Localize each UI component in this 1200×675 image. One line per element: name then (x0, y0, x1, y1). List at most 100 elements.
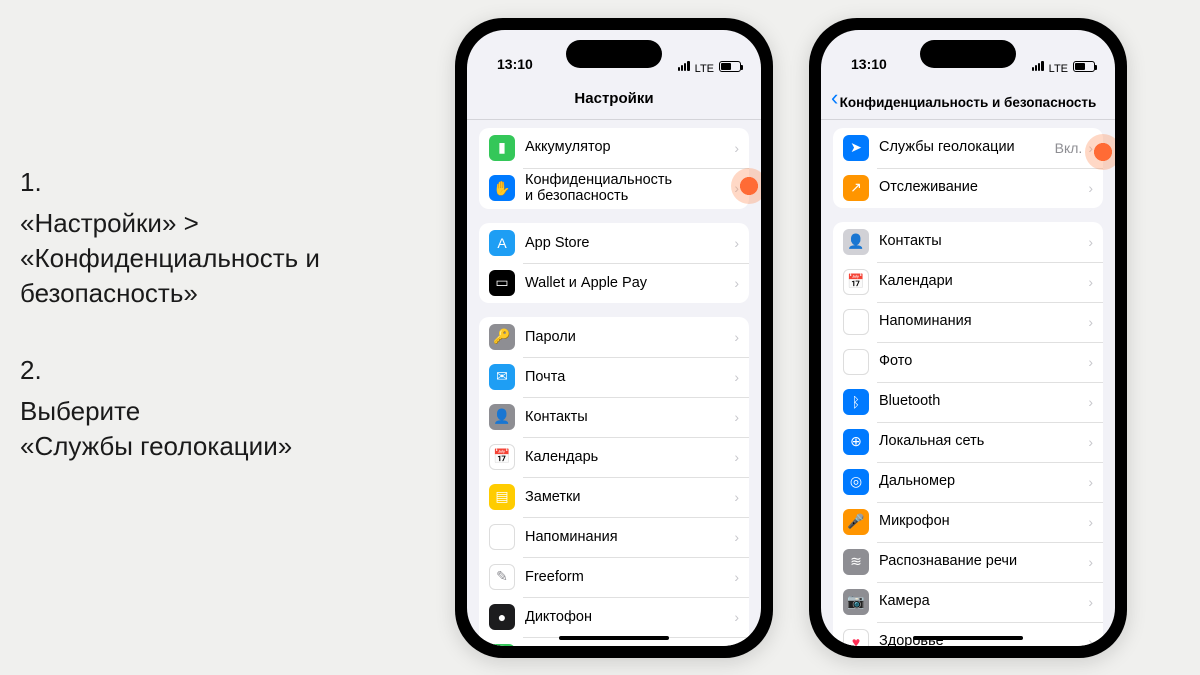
nav-bar: ‹ Конфиденциальность и безопасность (821, 78, 1115, 120)
settings-row[interactable]: ➤Службы геолокацииВкл.› (833, 128, 1103, 168)
chevron-right-icon: › (1088, 314, 1093, 330)
chevron-right-icon: › (1088, 474, 1093, 490)
nav-bar: Настройки (467, 78, 761, 120)
settings-row[interactable]: 🔑Пароли› (479, 317, 749, 357)
privacy-scroll[interactable]: ➤Службы геолокацииВкл.›↗Отслеживание› 👤Ко… (821, 120, 1115, 646)
settings-row[interactable]: 👤 Контакты› (479, 397, 749, 437)
dynamic-island (920, 40, 1016, 68)
settings-row[interactable]: ☰ Напоминания› (479, 517, 749, 557)
step-1-number: 1. (20, 167, 435, 198)
chevron-right-icon: › (734, 409, 739, 425)
row-label: Микрофон (879, 513, 1086, 530)
privacy-icon: ✋ (489, 175, 515, 201)
notes-icon: ▤ (489, 484, 515, 510)
row-label: App Store (525, 235, 732, 252)
settings-scroll[interactable]: ▮Аккумулятор›✋Конфиденциальность и безоп… (467, 120, 761, 646)
row-label: Напоминания (525, 529, 732, 546)
reminders-icon: ☰ (489, 524, 515, 550)
row-label: Напоминания (879, 313, 1086, 330)
row-label: Календари (879, 273, 1086, 290)
contacts-icon: 👤 (489, 404, 515, 430)
settings-row[interactable]: ▭Wallet и Apple Pay› (479, 263, 749, 303)
chevron-right-icon: › (734, 275, 739, 291)
row-label: Службы геолокации (879, 139, 1055, 156)
signal-icon (1032, 61, 1044, 71)
chevron-right-icon: › (734, 609, 739, 625)
health-icon: ♥ (843, 629, 869, 646)
reminders2-icon: ☰ (843, 309, 869, 335)
chevron-right-icon: › (1088, 394, 1093, 410)
chevron-right-icon: › (1088, 354, 1093, 370)
chevron-right-icon: › (1088, 514, 1093, 530)
battery-icon (1073, 61, 1095, 72)
chevron-right-icon: › (734, 235, 739, 251)
settings-group: ➤Службы геолокацииВкл.›↗Отслеживание› (833, 128, 1103, 208)
settings-row[interactable]: 📅Календари› (833, 262, 1103, 302)
row-label: Диктофон (525, 609, 732, 626)
chevron-right-icon: › (734, 369, 739, 385)
settings-row[interactable]: ◎Дальномер› (833, 462, 1103, 502)
settings-row[interactable]: 🎤 Микрофон› (833, 502, 1103, 542)
chevron-right-icon: › (1088, 554, 1093, 570)
home-indicator[interactable] (913, 636, 1023, 640)
settings-row[interactable]: ✿ Фото› (833, 342, 1103, 382)
settings-row[interactable]: ✉Почта› (479, 357, 749, 397)
nav-title: Настройки (574, 90, 653, 107)
row-label: Контакты (525, 409, 732, 426)
settings-row[interactable]: ✎Freeform› (479, 557, 749, 597)
network-label: LTE (1049, 63, 1068, 69)
chevron-right-icon: › (734, 489, 739, 505)
chevron-right-icon: › (1088, 140, 1093, 156)
contacts2-icon: 👤 (843, 229, 869, 255)
chevron-right-icon: › (734, 529, 739, 545)
row-label: Bluetooth (879, 393, 1086, 410)
chevron-right-icon: › (1088, 594, 1093, 610)
network-icon: ⊕ (843, 429, 869, 455)
settings-row[interactable]: ● Диктофон› (479, 597, 749, 637)
settings-row[interactable]: ≋Распознавание речи› (833, 542, 1103, 582)
mail-icon: ✉ (489, 364, 515, 390)
calendar2-icon: 📅 (843, 269, 869, 295)
bluetooth-icon: ᛒ (843, 389, 869, 415)
row-label: Камера (879, 593, 1086, 610)
settings-row[interactable]: A App Store› (479, 223, 749, 263)
freeform-icon: ✎ (489, 564, 515, 590)
appstore-icon: A (489, 230, 515, 256)
settings-row[interactable]: ⊕Локальная сеть› (833, 422, 1103, 462)
settings-row[interactable]: 📅Календарь› (479, 437, 749, 477)
settings-row[interactable]: ☰ Напоминания› (833, 302, 1103, 342)
camera-icon: 📷 (843, 589, 869, 615)
step-1-text: «Настройки» > «Конфиденциальность и безо… (20, 206, 435, 311)
chevron-right-icon: › (734, 329, 739, 345)
battery-icon: ▮ (489, 135, 515, 161)
settings-row[interactable]: ↗Отслеживание› (833, 168, 1103, 208)
row-label: Пароли (525, 329, 732, 346)
settings-group: ▮Аккумулятор›✋Конфиденциальность и безоп… (479, 128, 749, 209)
step-2-number: 2. (20, 355, 435, 386)
settings-row[interactable]: ♥Здоровье› (833, 622, 1103, 646)
chevron-right-icon: › (734, 180, 739, 196)
nav-back-button[interactable]: ‹ (831, 85, 838, 111)
settings-row[interactable]: ▮Аккумулятор› (479, 128, 749, 168)
chevron-right-icon: › (1088, 634, 1093, 646)
battery-icon (719, 61, 741, 72)
row-label: Календарь (525, 449, 732, 466)
signal-icon (678, 61, 690, 71)
settings-row[interactable]: 👤Контакты› (833, 222, 1103, 262)
home-indicator[interactable] (559, 636, 669, 640)
phone-frame-1: 13:10 Поиск LTE Настройки ▮Аккумулятор›✋… (455, 18, 773, 658)
chevron-right-icon: › (1088, 434, 1093, 450)
photos-icon: ✿ (843, 349, 869, 375)
settings-row[interactable]: ▤Заметки› (479, 477, 749, 517)
settings-row[interactable]: ᛒ Bluetooth› (833, 382, 1103, 422)
step-2-text: Выберите «Службы геолокации» (20, 394, 435, 464)
settings-row[interactable]: 📷 Камера› (833, 582, 1103, 622)
row-label: Фото (879, 353, 1086, 370)
voice-icon: ● (489, 604, 515, 630)
settings-row[interactable]: ✋Конфиденциальность и безопасность› (479, 168, 749, 209)
chevron-right-icon: › (734, 569, 739, 585)
mic-icon: 🎤 (843, 509, 869, 535)
chevron-right-icon: › (1088, 180, 1093, 196)
settings-group: 🔑Пароли›✉Почта›👤Контакты›📅Календарь›▤Зам… (479, 317, 749, 646)
settings-group: 👤Контакты›📅Календари›☰Напоминания›✿Фото›… (833, 222, 1103, 646)
